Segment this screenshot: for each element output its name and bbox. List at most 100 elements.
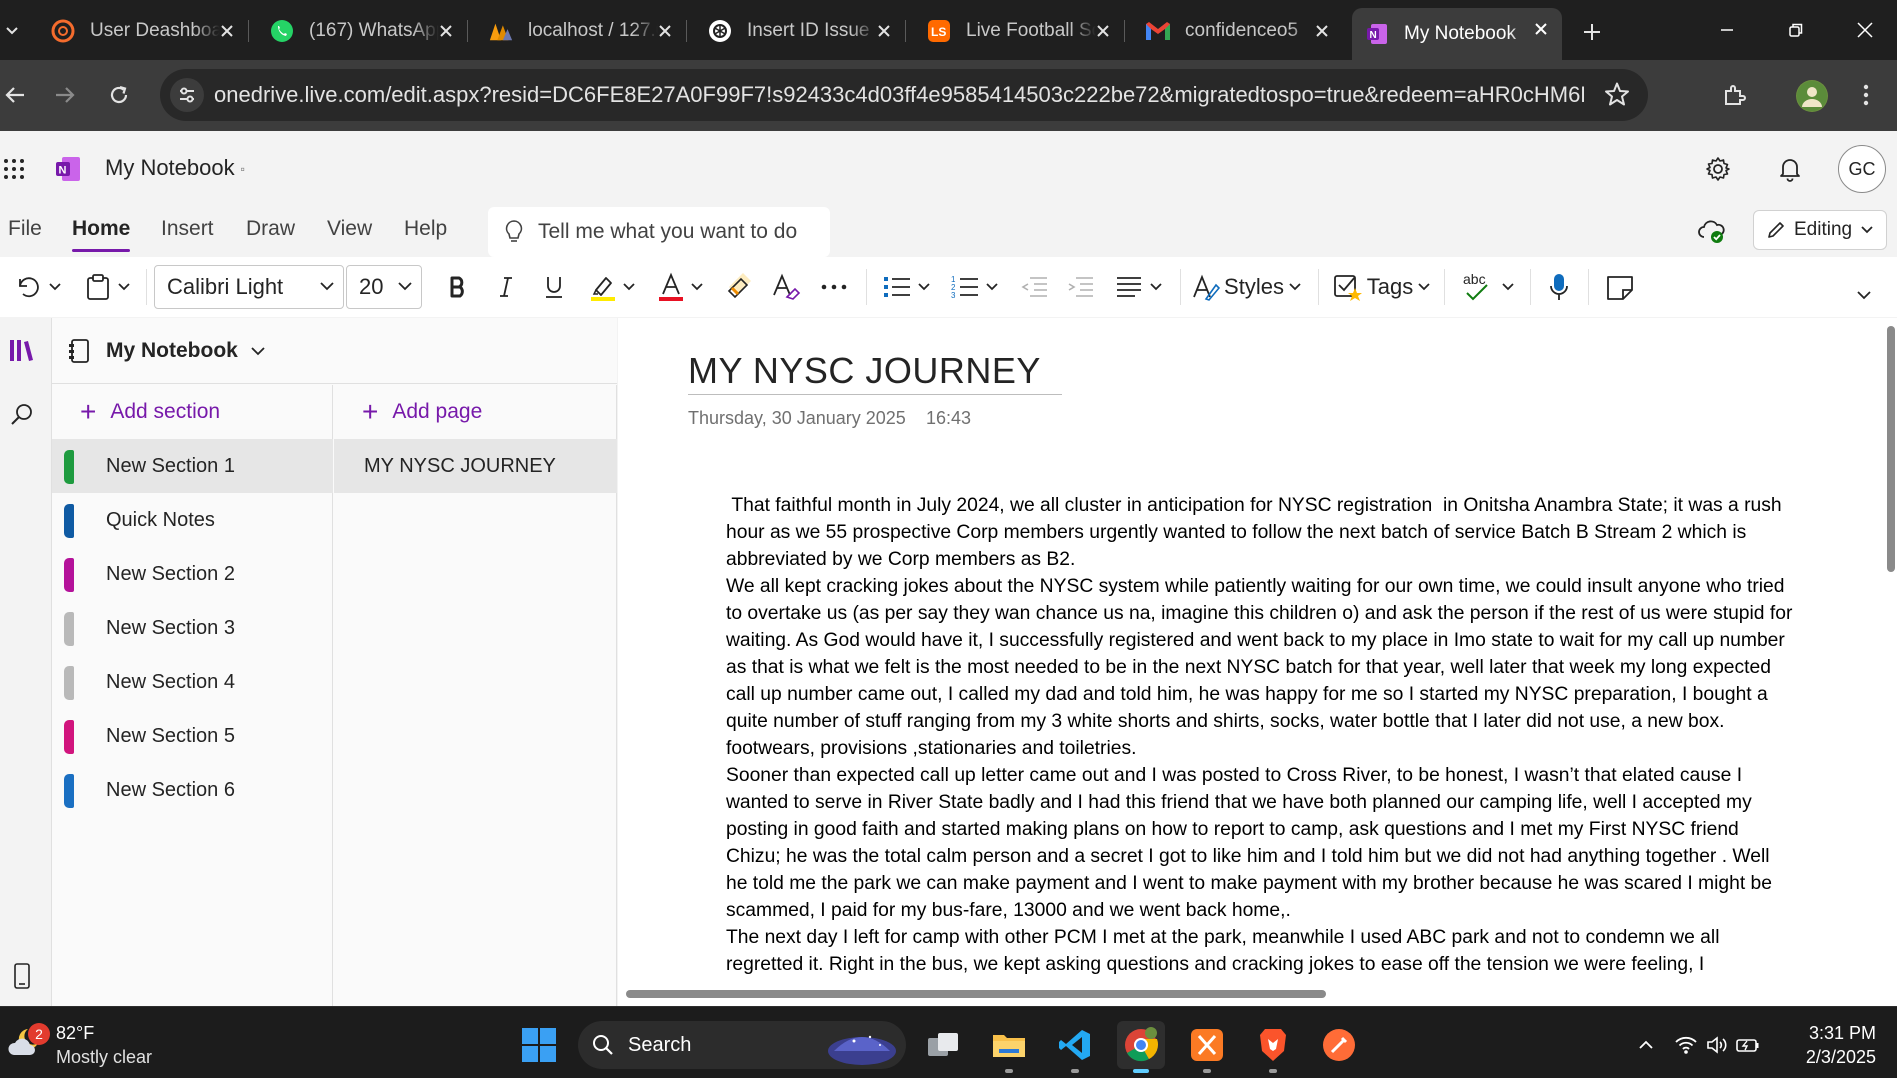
task-view-icon[interactable]	[919, 1021, 967, 1069]
tab-draw[interactable]: Draw	[246, 217, 295, 241]
wifi-icon[interactable]	[1672, 1031, 1700, 1059]
tab-insert[interactable]: Insert	[161, 217, 214, 241]
brave-browser-icon[interactable]	[1249, 1021, 1297, 1073]
new-tab-plus-icon[interactable]	[1574, 14, 1610, 50]
section-item[interactable]: New Section 5	[52, 709, 333, 763]
restore-window-icon[interactable]	[1766, 10, 1826, 50]
browser-tab[interactable]: localhost / 127.0.0.1	[476, 10, 687, 52]
notifications-bell-icon[interactable]	[1772, 151, 1808, 187]
close-tab-icon[interactable]	[873, 20, 895, 42]
horizontal-scrollbar[interactable]	[626, 990, 1326, 998]
note-paragraph[interactable]: Sooner than expected call up letter came…	[726, 762, 1796, 924]
section-item[interactable]: New Section 4	[52, 655, 333, 709]
more-options-ellipsis-icon[interactable]	[816, 267, 852, 307]
close-tab-icon[interactable]	[654, 20, 676, 42]
file-explorer-icon[interactable]	[985, 1021, 1033, 1073]
page-title[interactable]: MY NYSC JOURNEY	[688, 350, 1041, 392]
cloud-sync-status-icon[interactable]	[1694, 213, 1730, 249]
browser-tab[interactable]: Insert ID Issue	[695, 10, 906, 52]
browser-tab[interactable]: (167) WhatsApp	[257, 10, 468, 52]
section-item[interactable]: New Section 2	[52, 547, 333, 601]
minimize-window-icon[interactable]	[1697, 10, 1757, 50]
add-section-button[interactable]: + Add section	[52, 385, 332, 439]
decrease-indent-icon[interactable]	[1016, 267, 1052, 307]
close-tab-icon[interactable]	[435, 20, 457, 42]
page-canvas[interactable]: MY NYSC JOURNEY Thursday, 30 January 202…	[618, 318, 1897, 1006]
chrome-menu-kebab-icon[interactable]	[1845, 74, 1887, 116]
spelling-button[interactable]: abc	[1456, 267, 1520, 307]
section-item[interactable]: New Section 6	[52, 763, 333, 817]
site-info-tune-icon[interactable]	[170, 78, 204, 112]
tab-help[interactable]: Help	[404, 217, 447, 241]
mobile-view-icon[interactable]	[4, 958, 40, 994]
close-tab-icon[interactable]	[1311, 20, 1333, 42]
browser-tab[interactable]: confidenceo5	[1133, 10, 1343, 52]
browser-tab[interactable]: LS Live Football Scores	[914, 10, 1125, 52]
address-bar[interactable]: onedrive.live.com/edit.aspx?resid=DC6FE8…	[160, 69, 1648, 121]
paragraph-alignment-button[interactable]	[1110, 267, 1168, 307]
bullets-button[interactable]	[878, 267, 936, 307]
tab-file[interactable]: File	[8, 217, 42, 241]
xampp-icon[interactable]	[1183, 1021, 1231, 1073]
app-notebook-title[interactable]: My Notebook ▫	[105, 155, 245, 181]
close-tab-icon[interactable]	[216, 20, 238, 42]
windows-start-icon[interactable]	[515, 1021, 563, 1069]
extensions-puzzle-icon[interactable]	[1713, 74, 1755, 116]
section-item[interactable]: New Section 1	[52, 439, 333, 493]
bookmark-star-icon[interactable]	[1604, 81, 1630, 107]
close-tab-icon[interactable]	[1530, 18, 1552, 40]
chrome-icon[interactable]	[1117, 1021, 1165, 1073]
section-item[interactable]: New Section 3	[52, 601, 333, 655]
page-item[interactable]: MY NYSC JOURNEY	[334, 439, 617, 493]
browser-tab-active[interactable]: N My Notebook	[1352, 8, 1562, 60]
tab-home[interactable]: Home	[72, 217, 131, 252]
back-arrow-icon[interactable]	[0, 74, 36, 116]
note-container[interactable]: That faithful month in July 2024, we all…	[726, 492, 1796, 978]
browser-tab[interactable]: User Deashboard	[38, 10, 249, 52]
highlight-color-button[interactable]	[582, 267, 642, 307]
close-tab-icon[interactable]	[1092, 20, 1114, 42]
search-icon[interactable]	[4, 396, 40, 432]
close-window-icon[interactable]	[1835, 10, 1895, 50]
numbering-button[interactable]: 123	[946, 267, 1004, 307]
note-paragraph[interactable]: We all kept cracking jokes about the NYS…	[726, 573, 1796, 762]
taskbar-search[interactable]: Search	[578, 1021, 906, 1069]
taskbar-clock[interactable]: 3:31 PM 2/3/2025	[1770, 1021, 1876, 1069]
tab-view[interactable]: View	[327, 217, 372, 241]
profile-avatar[interactable]	[1796, 80, 1828, 112]
undo-split-button[interactable]	[10, 267, 66, 307]
weather-widget[interactable]: 2 82°F Mostly clear	[4, 1019, 164, 1069]
forward-arrow-icon[interactable]	[44, 74, 86, 116]
tab-search-chevron-icon[interactable]	[0, 10, 24, 50]
dictate-microphone-icon[interactable]	[1540, 267, 1578, 307]
show-hidden-icons-chevron-icon[interactable]	[1632, 1031, 1660, 1059]
postman-icon[interactable]	[1315, 1021, 1363, 1069]
volume-icon[interactable]	[1704, 1031, 1732, 1059]
settings-gear-icon[interactable]	[1700, 151, 1736, 187]
font-name-dropdown[interactable]: Calibri Light	[154, 265, 344, 309]
font-size-dropdown[interactable]: 20	[346, 265, 422, 309]
expand-ribbon-chevron-icon[interactable]	[1848, 275, 1880, 315]
bold-icon[interactable]	[440, 267, 476, 307]
italic-icon[interactable]	[488, 267, 524, 307]
add-page-button[interactable]: + Add page	[334, 385, 616, 439]
format-painter-icon[interactable]	[722, 267, 758, 307]
increase-indent-icon[interactable]	[1062, 267, 1098, 307]
vertical-scrollbar[interactable]	[1887, 326, 1895, 572]
clear-formatting-icon[interactable]	[768, 267, 804, 307]
note-paragraph[interactable]: That faithful month in July 2024, we all…	[726, 492, 1796, 573]
styles-button[interactable]: Styles	[1192, 267, 1302, 307]
paste-split-button[interactable]	[80, 267, 136, 307]
battery-charging-icon[interactable]	[1734, 1031, 1762, 1059]
tags-button[interactable]: Tags	[1330, 267, 1434, 307]
tell-me-search[interactable]: Tell me what you want to do	[488, 207, 830, 257]
editing-mode-button[interactable]: Editing	[1753, 210, 1887, 250]
user-avatar[interactable]: GC	[1838, 145, 1886, 193]
underline-icon[interactable]	[536, 267, 572, 307]
section-item[interactable]: Quick Notes	[52, 493, 333, 547]
notebook-selector[interactable]: My Notebook	[52, 318, 617, 384]
font-color-button[interactable]	[650, 267, 710, 307]
reload-icon[interactable]	[98, 74, 140, 116]
note-paragraph[interactable]: The next day I left for camp with other …	[726, 924, 1796, 978]
app-launcher-waffle-icon[interactable]	[0, 151, 32, 187]
